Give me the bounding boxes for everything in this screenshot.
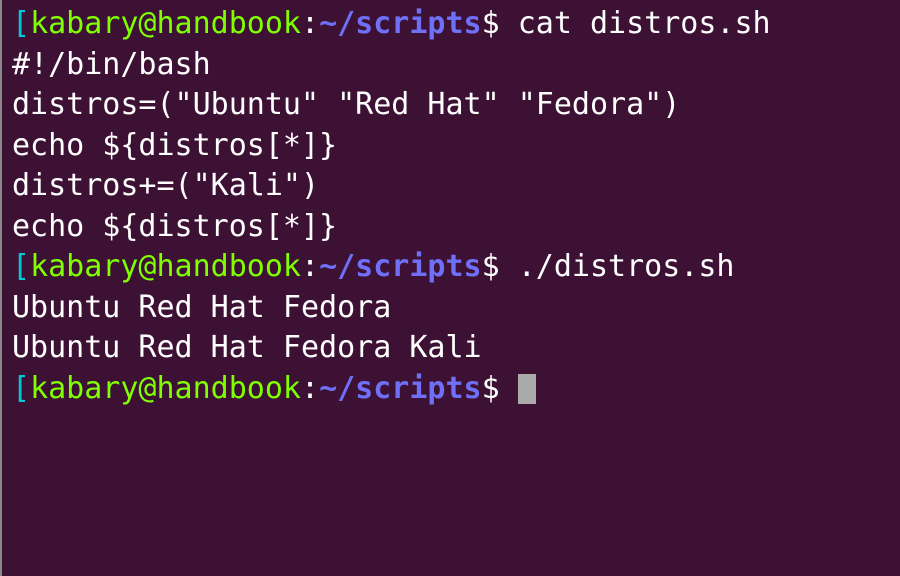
script-assign: distros=("Ubuntu" "Red Hat" "Fedora") [12,85,890,126]
user-host: kabary@handbook [30,371,301,406]
terminal-window[interactable]: [kabary@handbook:~/scripts$ cat distros.… [12,4,890,409]
bracket-icon: [ [12,249,30,284]
separator: : [301,6,319,41]
bracket-icon: [ [12,371,30,406]
separator: : [301,249,319,284]
cwd-path: ~/scripts [319,371,482,406]
output-line-1: Ubuntu Red Hat Fedora [12,288,890,329]
prompt-symbol: $ [482,249,500,284]
bracket-icon: [ [12,6,30,41]
prompt-line-1: [kabary@handbook:~/scripts$ cat distros.… [12,4,890,45]
cwd-path: ~/scripts [319,249,482,284]
user-host: kabary@handbook [30,6,301,41]
command-text: ./distros.sh [518,249,735,284]
cwd-path: ~/scripts [319,6,482,41]
prompt-line-2: [kabary@handbook:~/scripts$ ./distros.sh [12,247,890,288]
script-echo-2: echo ${distros[*]} [12,207,890,248]
prompt-symbol: $ [482,6,500,41]
cursor-icon [518,374,536,404]
separator: : [301,371,319,406]
user-host: kabary@handbook [30,249,301,284]
script-append: distros+=("Kali") [12,166,890,207]
output-line-2: Ubuntu Red Hat Fedora Kali [12,328,890,369]
prompt-line-3[interactable]: [kabary@handbook:~/scripts$ [12,369,890,410]
script-shebang: #!/bin/bash [12,45,890,86]
script-echo-1: echo ${distros[*]} [12,126,890,167]
prompt-symbol: $ [482,371,500,406]
command-text: cat distros.sh [518,6,771,41]
